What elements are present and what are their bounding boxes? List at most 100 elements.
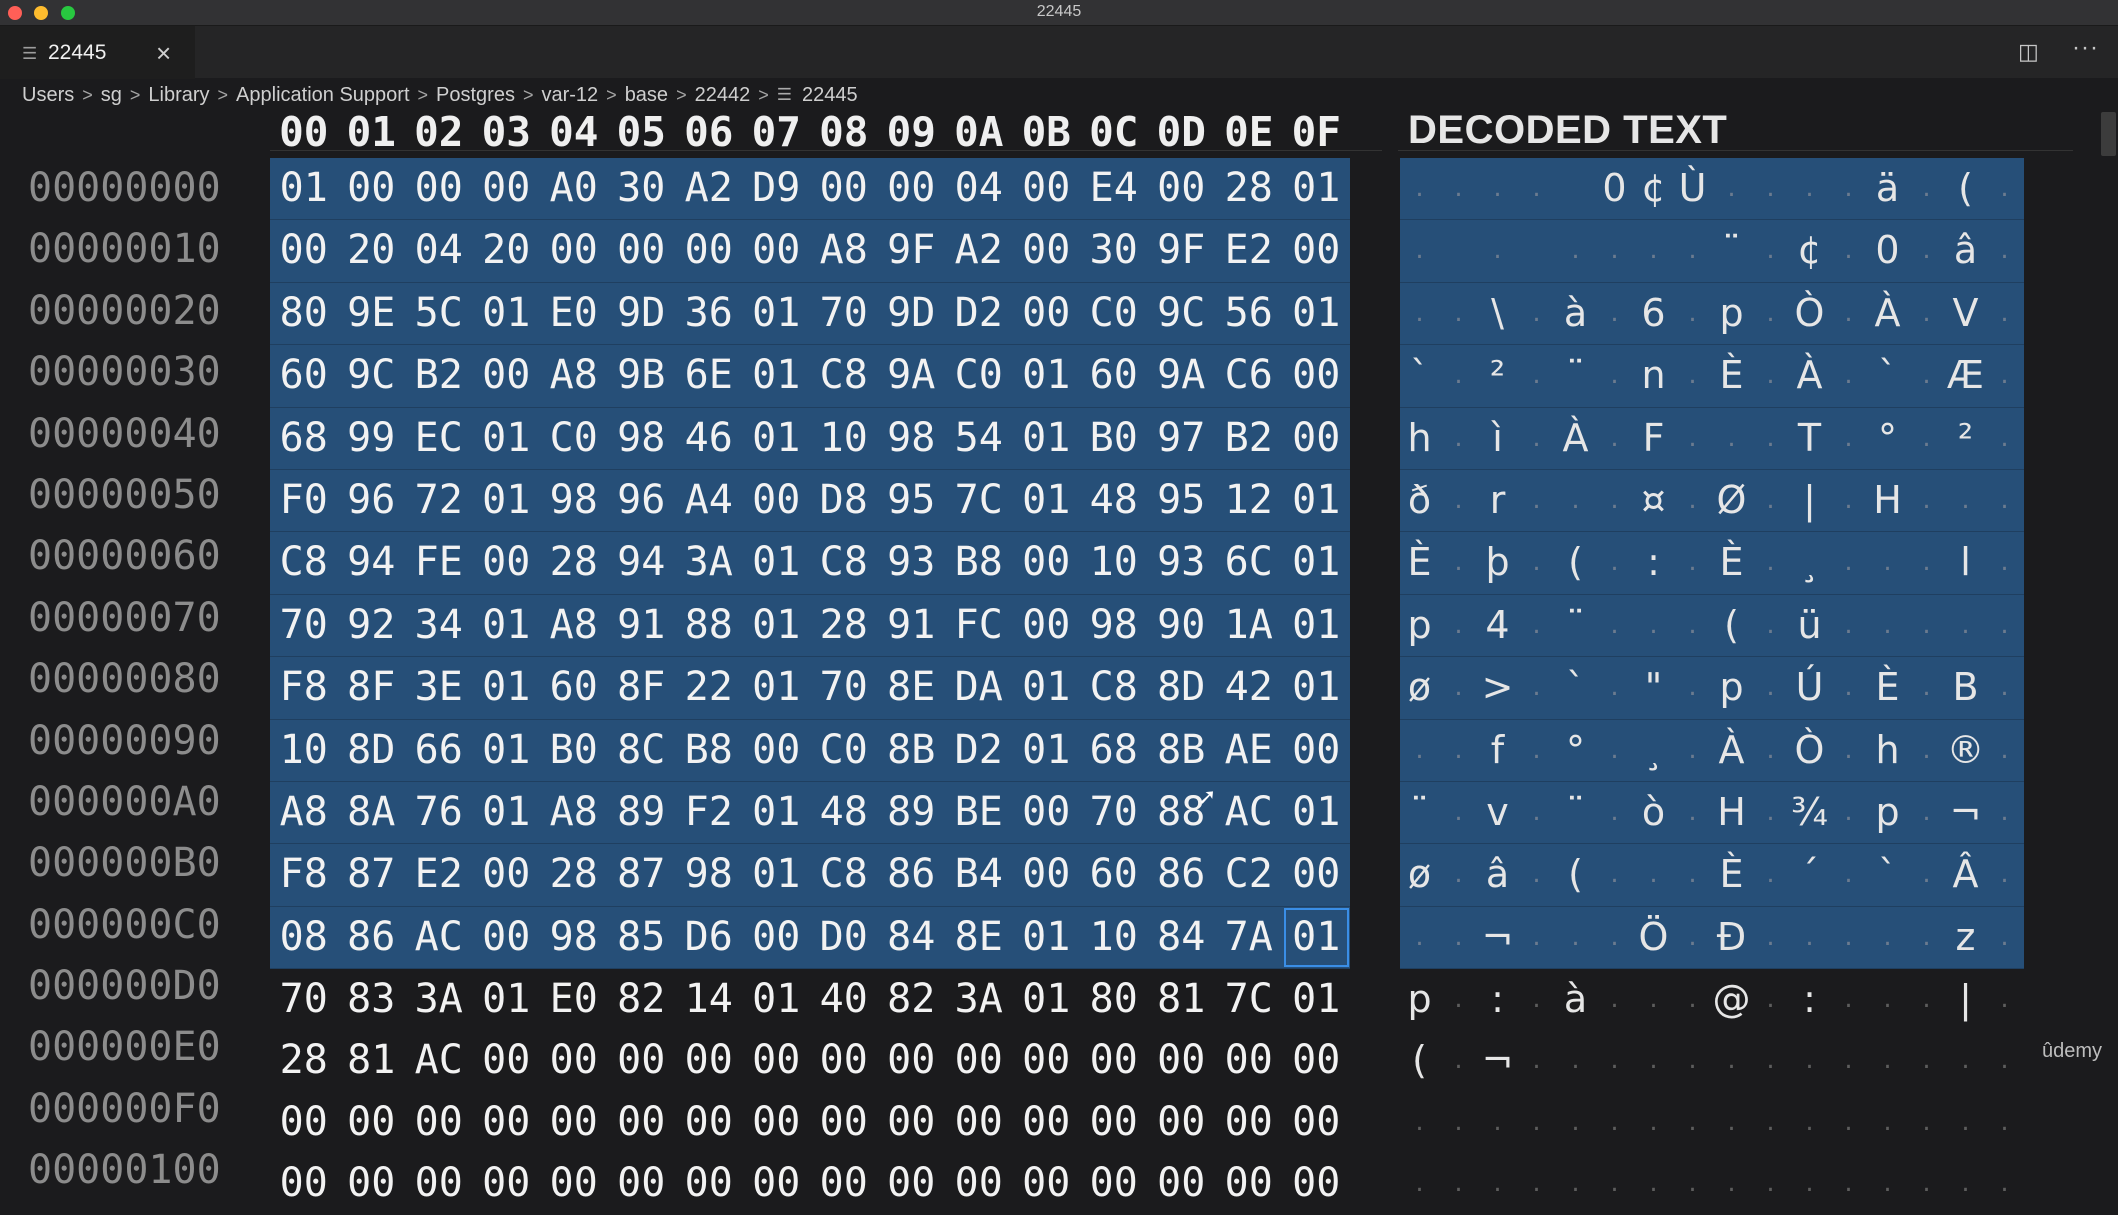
hex-byte-cell[interactable]: 08 [270, 907, 338, 968]
hex-byte-cell[interactable]: 9F [878, 220, 946, 281]
breadcrumb-item[interactable]: Application Support [236, 84, 409, 107]
hex-byte-cell[interactable]: 00 [810, 1030, 878, 1091]
hex-byte-cell[interactable]: 94 [608, 532, 676, 593]
decoded-char[interactable]: . [1517, 408, 1556, 469]
hex-byte-cell[interactable]: 98 [608, 408, 676, 469]
hex-byte-cell[interactable]: 92 [338, 595, 406, 656]
hex-byte-cell[interactable]: 97 [1148, 408, 1216, 469]
hex-byte-cell[interactable]: 3A [405, 969, 473, 1030]
decoded-char[interactable]: \ [1478, 283, 1517, 344]
hex-byte-cell[interactable]: 00 [405, 158, 473, 219]
decoded-char[interactable]: . [1829, 720, 1868, 781]
decoded-char[interactable]: . [1634, 844, 1673, 905]
decoded-char[interactable]: . [1829, 907, 1868, 968]
decoded-char[interactable]: v [1478, 782, 1517, 843]
hex-byte-cell[interactable]: EC [405, 408, 473, 469]
hex-byte-cell[interactable]: AE [1215, 720, 1283, 781]
hex-byte-cell[interactable]: 40 [810, 969, 878, 1030]
decoded-char[interactable]: ì [1478, 408, 1517, 469]
decoded-char[interactable]: . [1478, 1092, 1517, 1153]
decoded-char[interactable]: . [1595, 657, 1634, 718]
decoded-char[interactable]: . [1517, 283, 1556, 344]
decoded-char[interactable]: . [1868, 1153, 1907, 1214]
decoded-char[interactable]: h [1400, 408, 1439, 469]
decoded-char[interactable]: Ù [1673, 158, 1712, 219]
hex-byte-cell[interactable]: 00 [473, 844, 541, 905]
decoded-char[interactable]: . [1946, 1153, 1985, 1214]
decoded-char[interactable]: . [1439, 345, 1478, 406]
hex-byte-cell[interactable]: 00 [878, 1092, 946, 1153]
hex-byte-cell[interactable]: 00 [1215, 1092, 1283, 1153]
breadcrumb-item[interactable]: base [625, 84, 668, 107]
decoded-char[interactable]: . [1751, 283, 1790, 344]
decoded-char[interactable]: Ö [1634, 907, 1673, 968]
hex-byte-cell[interactable]: E0 [540, 283, 608, 344]
decoded-char[interactable]: . [1634, 220, 1673, 281]
hex-byte-cell[interactable]: 00 [473, 1092, 541, 1153]
decoded-char[interactable]: @ [1712, 969, 1751, 1030]
hex-byte-cell[interactable]: A8 [540, 595, 608, 656]
decoded-char[interactable]: . [1907, 657, 1946, 718]
decoded-char[interactable]: . [1751, 907, 1790, 968]
hex-byte-cell[interactable]: 68 [270, 408, 338, 469]
hex-byte-cell[interactable]: B2 [1215, 408, 1283, 469]
hex-byte-cell[interactable]: 83 [338, 969, 406, 1030]
breadcrumb-item[interactable]: sg [101, 84, 122, 107]
decoded-char[interactable]: . [1517, 720, 1556, 781]
decoded-char[interactable]: . [1946, 470, 1985, 531]
hex-byte-cell[interactable]: 01 [1283, 470, 1351, 531]
decoded-char[interactable]: ¢ [1790, 220, 1829, 281]
hex-byte-cell[interactable]: 70 [270, 595, 338, 656]
hex-byte-cell[interactable]: 00 [1283, 720, 1351, 781]
decoded-char[interactable]: ¨ [1556, 595, 1595, 656]
hex-byte-cell[interactable]: 98 [878, 408, 946, 469]
decoded-char[interactable]: V [1946, 283, 1985, 344]
decoded-char[interactable]: È [1712, 844, 1751, 905]
breadcrumb-item[interactable]: var-12 [541, 84, 598, 107]
hex-byte-cell[interactable]: 20 [473, 220, 541, 281]
decoded-char[interactable]: ü [1790, 595, 1829, 656]
decoded-char[interactable]: . [1907, 1092, 1946, 1153]
hex-byte-cell[interactable]: 8D [338, 720, 406, 781]
hex-byte-cell[interactable]: 01 [473, 969, 541, 1030]
hex-byte-cell[interactable]: 48 [810, 782, 878, 843]
hex-byte-cell[interactable]: C0 [540, 408, 608, 469]
decoded-char[interactable]: . [1517, 158, 1556, 219]
hex-byte-cell[interactable]: 42 [1215, 657, 1283, 718]
hex-byte-cell[interactable]: 01 [743, 969, 811, 1030]
decoded-char[interactable]: . [1673, 1030, 1712, 1091]
hex-byte-cell[interactable]: 9E [338, 283, 406, 344]
decoded-char[interactable]: . [1829, 1153, 1868, 1214]
hex-byte-cell[interactable]: F8 [270, 657, 338, 718]
decoded-char[interactable]: . [1829, 408, 1868, 469]
decoded-char[interactable]: ` [1556, 657, 1595, 718]
decoded-char[interactable]: ò [1634, 782, 1673, 843]
hex-byte-cell[interactable]: 8E [945, 907, 1013, 968]
decoded-char[interactable]: À [1790, 345, 1829, 406]
hex-byte-cell[interactable]: 01 [1283, 657, 1351, 718]
hex-byte-cell[interactable]: 00 [1215, 1153, 1283, 1214]
decoded-char[interactable]: . [1634, 1030, 1673, 1091]
decoded-char[interactable]: . [1673, 657, 1712, 718]
decoded-char[interactable]: . [1556, 1030, 1595, 1091]
decoded-char[interactable]: Ò [1790, 283, 1829, 344]
hex-byte-cell[interactable]: 00 [945, 1030, 1013, 1091]
decoded-char[interactable]: . [1829, 158, 1868, 219]
hex-byte-cell[interactable]: 87 [338, 844, 406, 905]
hex-byte-cell[interactable]: 00 [338, 158, 406, 219]
decoded-char[interactable]: . [1517, 470, 1556, 531]
hex-byte-cell[interactable]: 9A [1148, 345, 1216, 406]
decoded-char[interactable]: h [1868, 720, 1907, 781]
decoded-char[interactable]: . [1751, 595, 1790, 656]
decoded-char[interactable]: . [1751, 158, 1790, 219]
hex-byte-cell[interactable]: C8 [810, 532, 878, 593]
hex-byte-cell[interactable]: 00 [675, 1153, 743, 1214]
decoded-char[interactable]: . [1400, 158, 1439, 219]
close-icon[interactable]: × [156, 38, 171, 69]
hex-byte-cell[interactable]: 95 [1148, 470, 1216, 531]
decoded-char[interactable]: . [1556, 470, 1595, 531]
hex-byte-cell[interactable]: B0 [1080, 408, 1148, 469]
hex-byte-cell[interactable]: AC [1215, 782, 1283, 843]
decoded-char[interactable]: . [1439, 595, 1478, 656]
hex-byte-cell[interactable]: 00 [540, 1153, 608, 1214]
